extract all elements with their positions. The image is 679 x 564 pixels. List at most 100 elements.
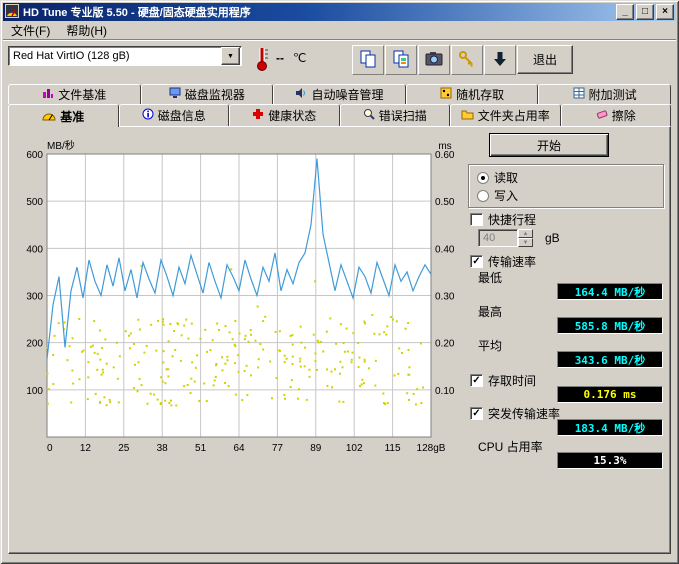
health-cross-icon xyxy=(252,108,264,123)
tab-strip-bottom: 基准 磁盘信息 健康状态 错误扫描 文件夹占用率 擦除 xyxy=(8,104,671,126)
close-button[interactable]: × xyxy=(656,4,674,20)
short-stroke-input: 40 xyxy=(478,229,518,247)
temperature-value: -- xyxy=(276,51,284,65)
tab-label: 擦除 xyxy=(612,107,636,124)
maximize-button[interactable]: □ xyxy=(636,4,654,20)
radio-dot-icon xyxy=(477,172,489,184)
svg-text:100: 100 xyxy=(26,386,43,397)
read-radio[interactable]: 读取 xyxy=(477,169,518,186)
checkbox-icon: ✓ xyxy=(470,213,483,226)
copy-button[interactable] xyxy=(352,45,384,75)
start-button-label: 开始 xyxy=(537,137,561,154)
tab-disk-info[interactable]: 磁盘信息 xyxy=(119,104,230,126)
read-radio-label: 读取 xyxy=(494,169,518,186)
access-time-label: 存取时间 xyxy=(488,372,536,389)
tab-benchmark[interactable]: 基准 xyxy=(8,104,119,127)
tab-label: 磁盘监视器 xyxy=(185,86,245,103)
checkbox-icon: ✓ xyxy=(470,407,483,420)
drive-select-value: Red Hat VirtIO (128 gB) xyxy=(9,50,221,62)
min-value: 164.4 MB/秒 xyxy=(557,283,663,300)
burst-rate-checkbox[interactable]: ✓ 突发传输速率 xyxy=(470,405,560,422)
access-time-checkbox[interactable]: ✓ 存取时间 xyxy=(470,372,536,389)
info-icon xyxy=(142,108,154,123)
checkbox-icon: ✓ xyxy=(470,374,483,387)
write-radio[interactable]: 写入 xyxy=(477,187,518,204)
tab-label: 基准 xyxy=(60,108,84,125)
magnifier-icon xyxy=(363,108,375,123)
copy-image-icon xyxy=(391,49,411,72)
max-label: 最高 xyxy=(478,303,502,320)
tab-health[interactable]: 健康状态 xyxy=(229,104,340,126)
camera-button[interactable] xyxy=(418,45,450,75)
tab-erase[interactable]: 擦除 xyxy=(561,104,672,126)
tab-strip-top: 文件基准 磁盘监视器 自动噪音管理 随机存取 附加测试 xyxy=(8,84,671,104)
cpu-usage-label: CPU 占用率 xyxy=(478,438,543,455)
benchmark-chart: 6005004003002001000.600.500.400.300.200.… xyxy=(14,138,464,454)
tab-folder-usage[interactable]: 文件夹占用率 xyxy=(450,104,561,126)
burst-rate-value: 183.4 MB/秒 xyxy=(557,419,663,436)
cpu-usage-value: 15.3% xyxy=(557,452,663,469)
chevron-down-icon[interactable]: ▼ xyxy=(221,47,240,65)
start-button[interactable]: 开始 xyxy=(489,133,609,157)
svg-text:102: 102 xyxy=(346,443,363,454)
title-bar: HD Tune 专业版 5.50 - 硬盘/固态硬盘实用程序 _ □ × xyxy=(3,3,676,21)
short-stroke-label: 快捷行程 xyxy=(488,211,536,228)
minimize-button[interactable]: _ xyxy=(616,4,634,20)
avg-value: 343.6 MB/秒 xyxy=(557,351,663,368)
short-stroke-checkbox[interactable]: ✓ 快捷行程 xyxy=(470,211,536,228)
svg-text:115: 115 xyxy=(385,443,401,454)
svg-text:MB/秒: MB/秒 xyxy=(47,139,75,152)
extra-tests-icon xyxy=(573,87,585,102)
svg-text:ms: ms xyxy=(438,141,451,152)
tab-random-access[interactable]: 随机存取 xyxy=(406,84,539,104)
max-value: 585.8 MB/秒 xyxy=(557,317,663,334)
menu-bar: 文件(F) 帮助(H) xyxy=(3,21,676,40)
exit-button[interactable]: 退出 xyxy=(517,45,573,74)
svg-text:128gB: 128gB xyxy=(417,443,446,454)
disk-monitor-icon xyxy=(169,87,181,102)
window-title: HD Tune 专业版 5.50 - 硬盘/固态硬盘实用程序 xyxy=(23,4,251,20)
camera-icon xyxy=(424,49,444,72)
copy-image-button[interactable] xyxy=(385,45,417,75)
svg-text:51: 51 xyxy=(195,443,207,454)
drive-select-combobox[interactable]: Red Hat VirtIO (128 gB) ▼ xyxy=(8,46,242,66)
tab-label: 附加测试 xyxy=(589,86,637,103)
avg-label: 平均 xyxy=(478,337,502,354)
menu-help[interactable]: 帮助(H) xyxy=(58,20,115,41)
copy-icon xyxy=(358,49,378,72)
gb-label: gB xyxy=(545,231,560,245)
svg-text:0.50: 0.50 xyxy=(435,197,455,208)
transfer-rate-label: 传输速率 xyxy=(488,253,536,270)
tab-acoustic-management[interactable]: 自动噪音管理 xyxy=(273,84,406,104)
tab-file-benchmark[interactable]: 文件基准 xyxy=(8,84,141,104)
checkbox-icon: ✓ xyxy=(470,255,483,268)
access-time-value: 0.176 ms xyxy=(557,386,663,403)
tab-disk-monitor[interactable]: 磁盘监视器 xyxy=(141,84,274,104)
svg-text:77: 77 xyxy=(272,443,284,454)
keys-button[interactable] xyxy=(451,45,483,75)
svg-text:300: 300 xyxy=(26,292,43,303)
folder-icon xyxy=(461,109,474,123)
save-button[interactable] xyxy=(484,45,516,75)
svg-text:600: 600 xyxy=(26,150,43,161)
eraser-icon xyxy=(596,108,608,123)
spinner-down-icon: ▼ xyxy=(518,238,533,247)
svg-text:25: 25 xyxy=(118,443,130,454)
menu-file[interactable]: 文件(F) xyxy=(3,20,58,41)
tab-label: 文件基准 xyxy=(58,86,106,103)
burst-rate-label: 突发传输速率 xyxy=(488,405,560,422)
svg-text:0.30: 0.30 xyxy=(435,292,455,303)
arrow-down-icon xyxy=(490,49,510,72)
app-icon xyxy=(5,4,19,21)
transfer-rate-checkbox[interactable]: ✓ 传输速率 xyxy=(470,253,536,270)
svg-text:0.10: 0.10 xyxy=(435,386,455,397)
short-stroke-value: 40 xyxy=(483,232,495,244)
tab-extra-tests[interactable]: 附加测试 xyxy=(538,84,671,104)
svg-text:500: 500 xyxy=(26,197,43,208)
tab-label: 自动噪音管理 xyxy=(311,86,383,103)
spinner-up-icon: ▲ xyxy=(518,229,533,238)
svg-text:400: 400 xyxy=(26,244,43,255)
speaker-icon xyxy=(295,87,307,102)
tab-error-scan[interactable]: 错误扫描 xyxy=(340,104,451,126)
svg-text:0.20: 0.20 xyxy=(435,339,455,350)
